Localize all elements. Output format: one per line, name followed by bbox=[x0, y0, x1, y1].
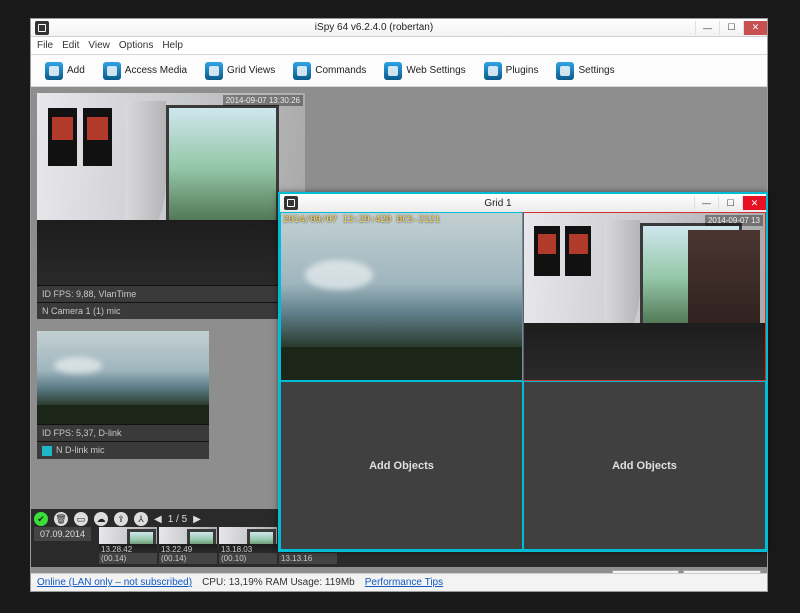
grid-cell-1[interactable]: 2014/09/07 13:29:42D DCS-2121 D-link bbox=[280, 212, 523, 381]
toolbar-plugins[interactable]: Plugins bbox=[476, 60, 547, 82]
menu-view[interactable]: View bbox=[88, 40, 110, 51]
thumb-label: 13.18.03 (00.10) bbox=[221, 545, 277, 563]
maximize-button[interactable]: ☐ bbox=[719, 21, 743, 35]
grid-body: 2014/09/07 13:29:42D DCS-2121 D-link 201… bbox=[280, 212, 766, 550]
camera2-info-bar: ID FPS: 5,37, D-link bbox=[37, 424, 209, 441]
share-icon[interactable]: ⇪ bbox=[114, 512, 128, 526]
status-tips-link[interactable]: Performance Tips bbox=[365, 577, 443, 588]
commands-icon bbox=[293, 62, 311, 80]
add-objects-button[interactable]: Add Objects bbox=[281, 382, 522, 549]
toolbar-commands-label: Commands bbox=[315, 65, 366, 76]
toolbar-grid-views-label: Grid Views bbox=[227, 65, 275, 76]
menu-file[interactable]: File bbox=[37, 40, 53, 51]
camera1-panel[interactable]: 2014-09-07 13:30:26 ID FPS: 9,88, VlanTi… bbox=[37, 93, 305, 319]
window-title: iSpy 64 v6.2.4.0 (robertan) bbox=[53, 22, 695, 33]
status-bar: Online (LAN only – not subscribed) CPU: … bbox=[31, 573, 767, 591]
grid-cell-4[interactable]: Add Objects bbox=[523, 381, 766, 550]
grid-titlebar[interactable]: Grid 1 — ☐ ✕ bbox=[280, 194, 766, 212]
upload-icon[interactable]: ☁ bbox=[94, 512, 108, 526]
toolbar-access-media-label: Access Media bbox=[125, 65, 187, 76]
media-icon bbox=[103, 62, 121, 80]
toolbar-settings-label: Settings bbox=[578, 65, 614, 76]
camera2-mic-label: N D-link mic bbox=[56, 445, 105, 455]
add-icon bbox=[45, 62, 63, 80]
media-thumb[interactable]: 13.28.42 (00.14) bbox=[99, 527, 157, 564]
wall-art-icon bbox=[565, 226, 592, 276]
camera1-info-bar: ID FPS: 9,88, VlanTime bbox=[37, 285, 305, 302]
main-titlebar[interactable]: iSpy 64 v6.2.4.0 (robertan) — ☐ ✕ bbox=[31, 19, 767, 37]
status-stats: CPU: 13,19% RAM Usage: 119Mb bbox=[202, 577, 355, 588]
thumb-label: 13.13.16 bbox=[281, 554, 312, 563]
grid-window[interactable]: Grid 1 — ☐ ✕ 2014/09/07 13:29:42D DCS-21… bbox=[278, 192, 768, 552]
app-icon bbox=[35, 21, 49, 35]
thumb-label: 13.28.42 (00.14) bbox=[101, 545, 157, 563]
page-prev[interactable]: ◀ bbox=[154, 514, 162, 525]
menu-bar: File Edit View Options Help bbox=[31, 37, 767, 55]
grid-cell-3[interactable]: Add Objects bbox=[280, 381, 523, 550]
menu-edit[interactable]: Edit bbox=[62, 40, 79, 51]
motion-line bbox=[714, 366, 757, 370]
media-date-tag[interactable]: 07.09.2014 bbox=[34, 527, 91, 541]
shelf-shape bbox=[688, 230, 760, 347]
grid-cell-1-label: D-link bbox=[283, 369, 303, 378]
web-icon bbox=[384, 62, 402, 80]
status-online-link[interactable]: Online (LAN only – not subscribed) bbox=[37, 577, 192, 588]
toolbar-add-label: Add bbox=[67, 65, 85, 76]
toolbar-plugins-label: Plugins bbox=[506, 65, 539, 76]
thumb-label: 13.22.49 (00.14) bbox=[161, 545, 217, 563]
curtain-shape bbox=[125, 101, 165, 228]
page-next[interactable]: ▶ bbox=[193, 514, 201, 525]
toolbar-commands[interactable]: Commands bbox=[285, 60, 374, 82]
curtain-shape bbox=[604, 220, 640, 330]
table-shape bbox=[48, 243, 177, 278]
grid-window-title: Grid 1 bbox=[302, 198, 694, 209]
camera2-mic-bar: N D-link mic bbox=[37, 441, 209, 459]
toolbar-web-settings[interactable]: Web Settings bbox=[376, 60, 473, 82]
toolbar-web-settings-label: Web Settings bbox=[406, 65, 465, 76]
grid-cell-2[interactable]: 2014-09-07 13 VlanTime bbox=[523, 212, 766, 381]
toolbar-settings[interactable]: Settings bbox=[548, 60, 622, 82]
grid-close-button[interactable]: ✕ bbox=[742, 196, 766, 210]
toolbar-add[interactable]: Add bbox=[37, 60, 93, 82]
close-button[interactable]: ✕ bbox=[743, 21, 767, 35]
camera1-timestamp: 2014-09-07 13:30:26 bbox=[223, 95, 303, 106]
graph-icon[interactable]: ⅄ bbox=[134, 512, 148, 526]
ok-icon[interactable]: ✔ bbox=[34, 512, 48, 526]
camera1-video[interactable]: 2014-09-07 13:30:26 bbox=[37, 93, 305, 285]
add-objects-button[interactable]: Add Objects bbox=[524, 382, 765, 549]
media-thumb[interactable]: 13.18.03 (00.10) bbox=[219, 527, 277, 564]
delete-icon[interactable]: 🗑 bbox=[54, 512, 68, 526]
archive-icon[interactable]: ▭ bbox=[74, 512, 88, 526]
camera2-panel[interactable]: ID FPS: 5,37, D-link N D-link mic bbox=[37, 331, 209, 459]
wall-art-icon bbox=[48, 108, 77, 166]
camera1-mic-bar: N Camera 1 (1) mic bbox=[37, 302, 305, 319]
settings-icon bbox=[556, 62, 574, 80]
camera2-video[interactable] bbox=[37, 331, 209, 424]
main-toolbar: Add Access Media Grid Views Commands Web… bbox=[31, 55, 767, 87]
toolbar-access-media[interactable]: Access Media bbox=[95, 60, 195, 82]
media-thumb[interactable]: 13.22.49 (00.14) bbox=[159, 527, 217, 564]
app-icon bbox=[284, 196, 298, 210]
grid-cell-1-timestamp: 2014/09/07 13:29:42D DCS-2121 bbox=[283, 215, 440, 225]
grid-icon bbox=[205, 62, 223, 80]
grid-cell-2-label: VlanTime bbox=[526, 369, 560, 378]
media-page-counter: 1 / 5 bbox=[168, 514, 187, 525]
plant-shape bbox=[69, 226, 97, 254]
grid-cell-2-timestamp: 2014-09-07 13 bbox=[705, 215, 763, 226]
grid-minimize-button[interactable]: — bbox=[694, 196, 718, 210]
grid-cell-1-video[interactable]: 2014/09/07 13:29:42D DCS-2121 D-link bbox=[281, 213, 522, 380]
toolbar-grid-views[interactable]: Grid Views bbox=[197, 60, 283, 82]
menu-help[interactable]: Help bbox=[162, 40, 183, 51]
plugins-icon bbox=[484, 62, 502, 80]
grid-cell-2-video[interactable]: 2014-09-07 13 VlanTime bbox=[524, 213, 765, 380]
wall-art-icon bbox=[83, 108, 112, 166]
media-tools: ✔ 🗑 ▭ ☁ ⇪ ⅄ ◀ 1 / 5 ▶ bbox=[34, 512, 201, 526]
grid-maximize-button[interactable]: ☐ bbox=[718, 196, 742, 210]
wall-art-icon bbox=[534, 226, 561, 276]
minimize-button[interactable]: — bbox=[695, 21, 719, 35]
menu-options[interactable]: Options bbox=[119, 40, 153, 51]
mic-level-indicator bbox=[42, 446, 52, 456]
